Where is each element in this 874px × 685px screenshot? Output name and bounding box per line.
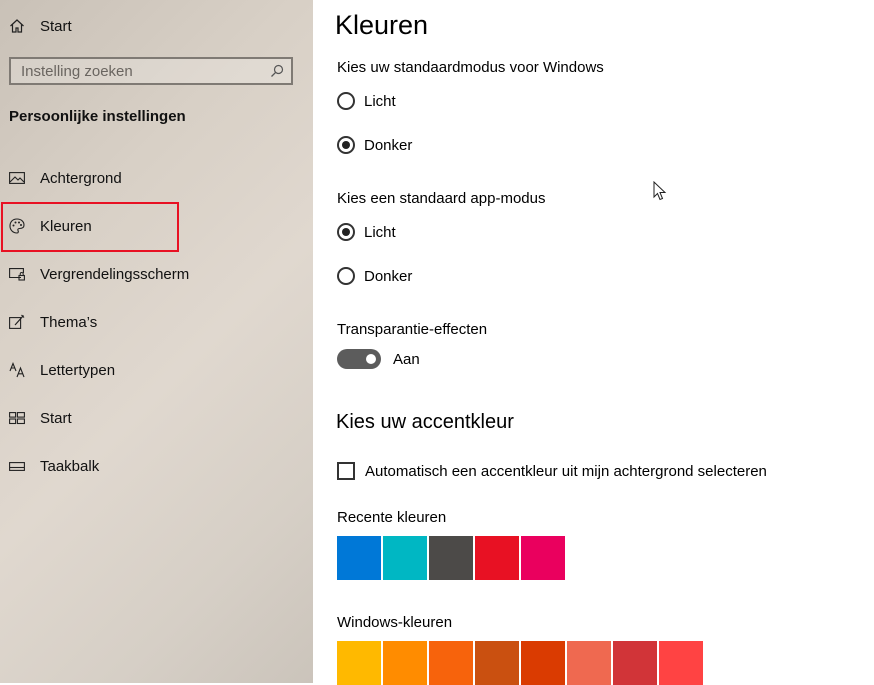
sidebar-item-taakbalk[interactable]: Taakbalk xyxy=(0,442,313,490)
color-swatch[interactable] xyxy=(429,641,473,685)
home-icon xyxy=(8,17,26,35)
color-swatch[interactable] xyxy=(337,536,381,580)
color-swatch[interactable] xyxy=(521,641,565,685)
windows-mode-light-radio[interactable]: Licht xyxy=(337,90,396,112)
radio-label: Donker xyxy=(364,136,413,154)
transparency-row: Aan xyxy=(337,348,420,370)
sidebar-item-label: Vergrendelingsscherm xyxy=(40,265,190,283)
sidebar-item-vergrendelingsscherm[interactable]: Vergrendelingsscherm xyxy=(0,250,313,298)
recent-colors xyxy=(337,536,567,580)
color-swatch[interactable] xyxy=(613,641,657,685)
lock-screen-icon xyxy=(8,265,26,283)
transparency-state: Aan xyxy=(393,350,420,368)
color-swatch[interactable] xyxy=(337,641,381,685)
search-icon[interactable] xyxy=(269,63,285,79)
sidebar-item-kleuren[interactable]: Kleuren xyxy=(0,202,313,252)
color-swatch[interactable] xyxy=(383,536,427,580)
sidebar-item-label: Achtergrond xyxy=(40,169,122,187)
sidebar-item-label: Start xyxy=(40,409,72,427)
app-mode-label: Kies een standaard app-modus xyxy=(337,190,546,207)
color-swatch[interactable] xyxy=(383,641,427,685)
auto-accent-checkbox[interactable] xyxy=(337,462,355,480)
start-icon xyxy=(8,409,26,427)
color-swatch[interactable] xyxy=(475,536,519,580)
transparency-label: Transparantie-effecten xyxy=(337,321,488,338)
color-swatch[interactable] xyxy=(521,536,565,580)
sidebar-item-achtergrond[interactable]: Achtergrond xyxy=(0,154,313,202)
sidebar-item-label: Lettertypen xyxy=(40,361,116,379)
nav-home-label: Start xyxy=(40,17,72,35)
radio-label: Donker xyxy=(364,267,413,285)
page-title: Kleuren xyxy=(335,10,429,40)
picture-icon xyxy=(8,169,26,187)
app-mode-dark-radio[interactable]: Donker xyxy=(337,265,412,287)
sidebar-item-label: Kleuren xyxy=(40,217,92,235)
themes-icon xyxy=(8,313,26,331)
search-box[interactable] xyxy=(9,57,293,85)
accent-heading: Kies uw accentkleur xyxy=(336,411,514,433)
radio-indicator[interactable] xyxy=(337,267,355,285)
app-mode-light-radio[interactable]: Licht xyxy=(337,221,396,243)
color-swatch[interactable] xyxy=(567,641,611,685)
mouse-cursor-icon xyxy=(653,181,667,201)
main-panel: Kleuren Kies uw standaardmodus voor Wind… xyxy=(313,0,874,685)
sidebar: Start Persoonlijke instellingen Achtergr… xyxy=(0,0,313,683)
sidebar-item-label: Taakbalk xyxy=(40,457,100,475)
toggle-knob xyxy=(366,354,376,364)
windows-colors xyxy=(337,641,705,685)
section-title: Persoonlijke instellingen xyxy=(9,108,186,125)
search-input[interactable] xyxy=(11,62,269,80)
auto-accent-checkbox-row[interactable]: Automatisch een accentkleur uit mijn ach… xyxy=(337,460,767,482)
color-swatch[interactable] xyxy=(659,641,703,685)
sidebar-nav: Achtergrond Kleuren Vergrendelingsscherm… xyxy=(0,154,313,490)
sidebar-item-start[interactable]: Start xyxy=(0,394,313,442)
sidebar-item-lettertypen[interactable]: Lettertypen xyxy=(0,346,313,394)
windows-colors-label: Windows-kleuren xyxy=(337,614,453,631)
radio-label: Licht xyxy=(364,92,396,110)
palette-icon xyxy=(8,217,26,235)
transparency-toggle[interactable] xyxy=(337,349,381,369)
nav-home-start[interactable]: Start xyxy=(8,14,72,38)
font-icon xyxy=(8,361,26,379)
radio-label: Licht xyxy=(364,223,396,241)
auto-accent-label: Automatisch een accentkleur uit mijn ach… xyxy=(365,462,767,480)
recent-colors-label: Recente kleuren xyxy=(337,509,447,526)
color-swatch[interactable] xyxy=(429,536,473,580)
radio-indicator[interactable] xyxy=(337,92,355,110)
color-swatch[interactable] xyxy=(475,641,519,685)
radio-indicator[interactable] xyxy=(337,136,355,154)
sidebar-item-themas[interactable]: Thema’s xyxy=(0,298,313,346)
windows-mode-label: Kies uw standaardmodus voor Windows xyxy=(337,59,604,76)
windows-mode-dark-radio[interactable]: Donker xyxy=(337,134,412,156)
radio-indicator[interactable] xyxy=(337,223,355,241)
taskbar-icon xyxy=(8,457,26,475)
sidebar-item-label: Thema’s xyxy=(40,313,98,331)
